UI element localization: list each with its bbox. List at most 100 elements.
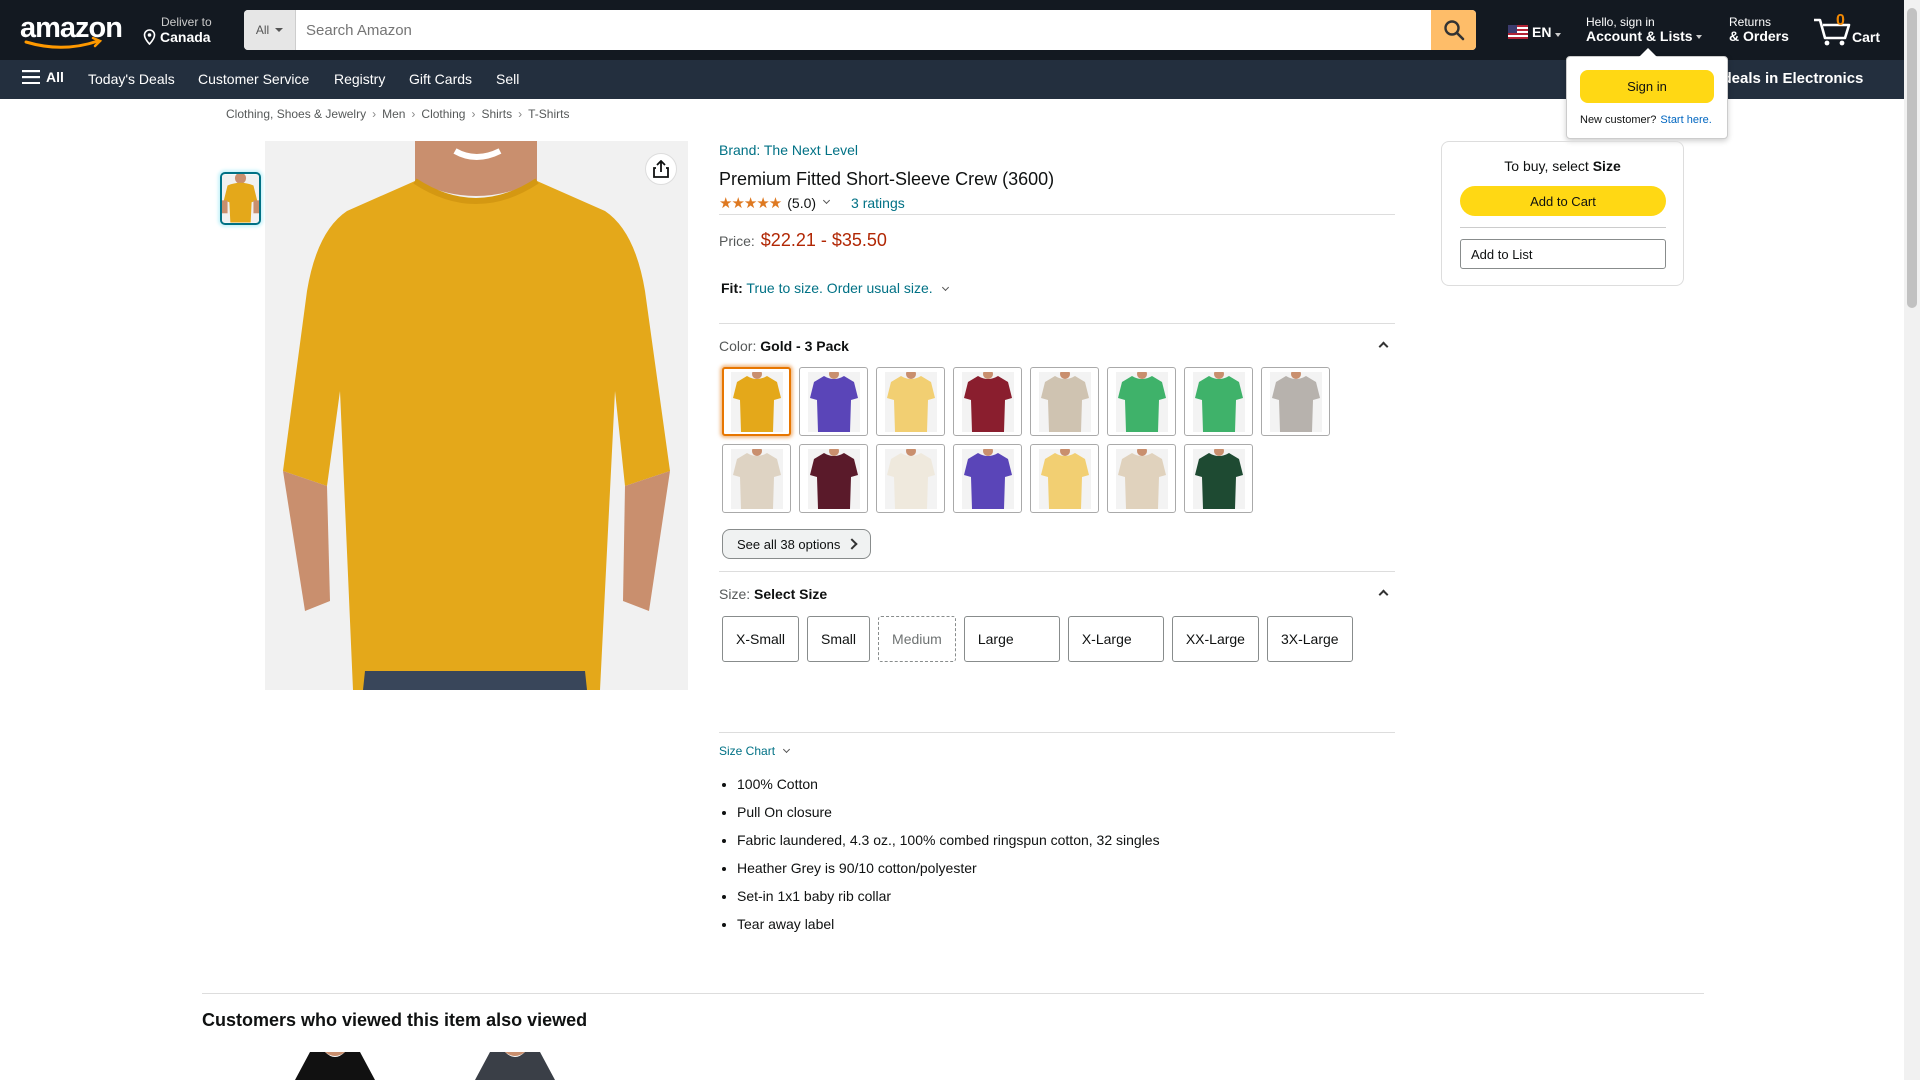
price-range: $22.21 - $35.50 (760, 230, 887, 250)
cart-icon (1814, 18, 1851, 46)
nav-sell[interactable]: Sell (496, 71, 519, 87)
chevron-down-icon[interactable] (941, 283, 949, 292)
color-swatch[interactable] (953, 444, 1022, 513)
divider (1460, 227, 1666, 228)
returns-orders[interactable]: Returns & Orders (1729, 15, 1789, 43)
deliver-location: Canada (160, 29, 211, 45)
color-swatch[interactable] (1107, 367, 1176, 436)
size-label-row: Size: Select Size (719, 586, 1395, 602)
nav-registry[interactable]: Registry (334, 71, 385, 87)
size-chart-link[interactable]: Size Chart (719, 744, 775, 758)
signin-button[interactable]: Sign in (1580, 70, 1714, 103)
tshirt-icon (1269, 371, 1322, 432)
tshirt-icon (1192, 371, 1245, 432)
search-bar: All (244, 10, 1476, 50)
start-here-link[interactable]: Start here. (1660, 114, 1711, 126)
color-swatch[interactable] (876, 367, 945, 436)
breadcrumb-item[interactable]: T-Shirts (528, 107, 569, 121)
add-to-cart-button[interactable]: Add to Cart (1460, 186, 1666, 216)
chevron-right-icon: › (518, 107, 523, 121)
chevron-right-icon: › (471, 107, 476, 121)
size-option-x-small[interactable]: X-Small (722, 616, 800, 662)
all-menu-button[interactable]: All (22, 69, 64, 85)
brand-link[interactable]: Brand: The Next Level (719, 142, 1395, 158)
tshirt-icon (807, 371, 860, 432)
tshirt-icon (730, 448, 783, 509)
size-label: Size: (719, 586, 751, 602)
cart-label: Cart (1852, 29, 1881, 45)
feature-bullets: 100% Cotton Pull On closure Fabric laund… (737, 770, 1160, 938)
divider (719, 323, 1395, 324)
account-menu[interactable]: Hello, sign in Account & Lists (1586, 15, 1703, 43)
size-option-xx-large[interactable]: XX-Large (1171, 616, 1259, 662)
size-chart-row: Size Chart (719, 744, 1395, 758)
size-option-medium-unavailable[interactable]: Medium (878, 616, 956, 662)
chevron-right-icon (846, 538, 859, 550)
search-button[interactable] (1431, 10, 1476, 50)
product-main-image[interactable] (265, 141, 688, 690)
star-rating-icon[interactable]: ★★★★★ (719, 194, 782, 212)
color-swatch[interactable] (1184, 444, 1253, 513)
search-icon (1443, 20, 1464, 41)
chevron-down-icon[interactable] (783, 745, 791, 754)
tshirt-icon (1038, 448, 1091, 509)
size-option-3x-large[interactable]: 3X-Large (1266, 616, 1353, 662)
related-product-image[interactable] (460, 1052, 570, 1080)
cart-button[interactable]: 0 Cart (1812, 12, 1902, 48)
scrollbar-thumb[interactable] (1907, 8, 1917, 308)
color-swatch[interactable] (1030, 367, 1099, 436)
share-button[interactable] (645, 153, 677, 185)
tshirt-icon (1192, 448, 1245, 509)
color-swatch[interactable] (876, 444, 945, 513)
feature-bullet: Heather Grey is 90/10 cotton/polyester (737, 854, 1160, 882)
size-option-x-large[interactable]: X-Large (1067, 616, 1164, 662)
deliver-line1: Deliver to (161, 15, 212, 29)
fit-label: Fit: (721, 280, 743, 296)
breadcrumb-item[interactable]: Clothing (421, 107, 465, 121)
breadcrumb-item[interactable]: Men (382, 107, 405, 121)
size-option-small[interactable]: Small (807, 616, 871, 662)
amazon-logo[interactable]: amazon (18, 12, 123, 49)
color-swatch[interactable] (953, 367, 1022, 436)
nav-todays-deals[interactable]: Today's Deals (88, 71, 175, 87)
add-to-list-button[interactable]: Add to List (1460, 239, 1666, 269)
buybox-prompt-size: Size (1592, 158, 1621, 174)
see-all-options-button[interactable]: See all 38 options (722, 529, 872, 559)
related-product-image[interactable] (280, 1052, 390, 1080)
color-swatch[interactable] (1184, 367, 1253, 436)
image-thumbnail[interactable] (220, 172, 261, 225)
nav-customer-service[interactable]: Customer Service (198, 71, 309, 87)
color-swatch[interactable] (1030, 444, 1099, 513)
deliver-to[interactable]: Deliver to Canada (142, 15, 212, 45)
breadcrumb-item[interactable]: Clothing, Shoes & Jewelry (226, 107, 366, 121)
rating-row: ★★★★★ (5.0) 3 ratings (719, 194, 1395, 212)
selected-size: Select Size (754, 586, 828, 602)
location-pin-icon (143, 29, 156, 45)
feature-bullet: Fabric laundered, 4.3 oz., 100% combed r… (737, 826, 1160, 854)
search-input[interactable] (296, 10, 1431, 50)
color-swatch[interactable] (722, 444, 791, 513)
fit-link[interactable]: True to size. Order usual size. (746, 280, 932, 296)
color-swatch[interactable] (799, 367, 868, 436)
ratings-count-link[interactable]: 3 ratings (851, 195, 905, 211)
language-label: EN (1532, 24, 1552, 40)
breadcrumb-item[interactable]: Shirts (481, 107, 512, 121)
search-category-dropdown[interactable]: All (244, 10, 296, 50)
page-scrollbar[interactable] (1904, 0, 1920, 1080)
color-swatch[interactable] (799, 444, 868, 513)
color-swatch[interactable] (1261, 367, 1330, 436)
buy-box: To buy, select Size Add to Cart Add to L… (1441, 141, 1684, 286)
cart-count: 0 (1836, 12, 1845, 29)
language-selector[interactable]: EN (1508, 24, 1562, 40)
color-swatch[interactable] (722, 367, 791, 436)
nav-gift-cards[interactable]: Gift Cards (409, 71, 472, 87)
tshirt-icon (807, 448, 860, 509)
size-option-large[interactable]: Large (963, 616, 1060, 662)
all-label: All (46, 69, 64, 85)
chevron-down-icon[interactable] (823, 196, 831, 204)
svg-text:amazon: amazon (20, 13, 122, 44)
feature-bullet: 100% Cotton (737, 770, 1160, 798)
caret-down-icon (275, 28, 284, 32)
color-swatch[interactable] (1107, 444, 1176, 513)
tshirt-icon (961, 371, 1014, 432)
